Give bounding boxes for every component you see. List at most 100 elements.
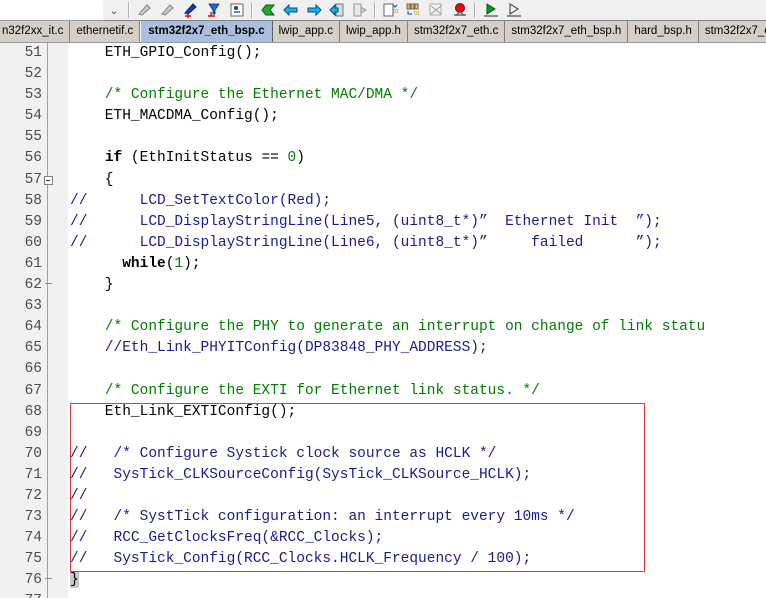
breakpoint-list-icon[interactable] <box>225 0 248 20</box>
fold-end-marker <box>42 570 54 591</box>
line-number: 72 <box>24 487 42 504</box>
tab-ethernetif-c[interactable]: ethernetif.c <box>70 21 141 42</box>
breakpoint-remove-icon[interactable] <box>202 0 225 20</box>
code-line[interactable]: 65 //Eth_Link_PHYITConfig(DP83848_PHY_AD… <box>0 338 766 359</box>
code-text: // SysTick_Config(RCC_Clocks.HCLK_Freque… <box>70 549 531 570</box>
code-line[interactable]: 74 // RCC_GetClocksFreq(&RCC_Clocks); <box>0 528 766 549</box>
line-number: 67 <box>24 382 42 399</box>
code-text: } <box>70 275 114 296</box>
tab-stm32f2x7-eth-h[interactable]: stm32f2x7_eth.h <box>698 21 766 42</box>
code-line[interactable]: 70 // /* Configure Systick clock source a… <box>0 444 766 465</box>
line-number: 76 <box>24 572 42 589</box>
stop-debug-icon[interactable] <box>448 0 471 20</box>
code-token: // SysTick_CLKSourceConfig(SysTick_CLKSo… <box>70 466 532 483</box>
code-text: { <box>70 170 114 191</box>
code-token: // <box>70 487 88 504</box>
tab-stm32f2x7-eth-bsp-h[interactable]: stm32f2x7_eth_bsp.h <box>505 21 629 42</box>
fold-collapse-icon[interactable] <box>42 170 54 191</box>
code-text: // LCD_DisplayStringLine(Line5, (uint8_t… <box>70 212 662 233</box>
step-back-icon[interactable] <box>279 0 302 20</box>
code-token: while <box>122 255 166 272</box>
code-line[interactable]: 59 // LCD_DisplayStringLine(Line5, (uint8… <box>0 212 766 233</box>
line-number: 63 <box>24 298 42 315</box>
line-number: 58 <box>24 192 42 209</box>
bookmark-toggle-icon[interactable] <box>133 0 156 20</box>
code-text: // /* SystTick configuration: an interru… <box>70 507 575 528</box>
breakpoint-add-icon[interactable] <box>179 0 202 20</box>
step-forward-icon[interactable] <box>302 0 325 20</box>
code-editor[interactable]: 51 ETH_GPIO_Config(); 52 53 /* Configure t… <box>0 43 766 598</box>
code-token: if <box>104 150 123 167</box>
line-number: 66 <box>24 361 42 378</box>
code-token: // LCD_DisplayStringLine(Line5, (uint8_t… <box>70 213 662 230</box>
line-number: 74 <box>24 530 42 547</box>
watch-hex-icon[interactable]: 01 <box>402 0 425 20</box>
line-number: 68 <box>24 403 42 420</box>
code-line[interactable]: 55 <box>0 127 766 148</box>
code-text: // <box>70 486 87 507</box>
code-text: /* Configure the Ethernet MAC/DMA */ <box>70 85 418 106</box>
tab-lwip-app-h[interactable]: lwip_app.h <box>339 21 408 42</box>
code-token: (EthInitStatus == <box>122 150 288 167</box>
doc-hex-icon[interactable]: 01 <box>379 0 402 20</box>
code-line[interactable]: 57 { <box>0 170 766 191</box>
code-line[interactable]: 75 // SysTick_Config(RCC_Clocks.HCLK_Freq… <box>0 549 766 570</box>
code-line[interactable]: 53 /* Configure the Ethernet MAC/DMA */ <box>0 85 766 106</box>
line-number: 62 <box>24 277 42 294</box>
code-lines[interactable]: 51 ETH_GPIO_Config(); 52 53 /* Configure t… <box>0 43 766 598</box>
toolbar-separator <box>474 2 476 18</box>
line-number: 65 <box>24 340 42 357</box>
code-line[interactable]: 77 <box>0 591 766 598</box>
code-line[interactable]: 63 <box>0 296 766 317</box>
code-line[interactable]: 73 // /* SystTick configuration: an inter… <box>0 507 766 528</box>
code-line[interactable]: 72 // <box>0 486 766 507</box>
code-text: // /* Configure Systick clock source as … <box>70 444 496 465</box>
code-token: // /* SystTick configuration: an interru… <box>70 509 575 526</box>
chevron-down-icon[interactable]: ⌄ <box>103 0 125 20</box>
code-token: ETH_GPIO_Config(); <box>70 45 262 61</box>
code-line[interactable]: 51 ETH_GPIO_Config(); <box>0 43 766 64</box>
code-line[interactable]: 62 } <box>0 275 766 296</box>
code-line[interactable]: 76} <box>0 570 766 591</box>
toolbar-separator <box>251 2 253 18</box>
line-number: 54 <box>24 108 42 125</box>
code-line[interactable]: 64 /* Configure the PHY to generate an i… <box>0 317 766 338</box>
code-line[interactable]: 67 /* Configure the EXTI for Ethernet li… <box>0 381 766 402</box>
code-text: /* Configure the PHY to generate an inte… <box>70 317 705 338</box>
code-line[interactable]: 56 if (EthInitStatus == 0) <box>0 148 766 169</box>
code-line[interactable]: 60 // LCD_DisplayStringLine(Line6, (uint8… <box>0 233 766 254</box>
tab-stm32f2x7-eth-bsp-c[interactable]: stm32f2x7_eth_bsp.c <box>140 21 273 42</box>
tab-stm32f2x7-eth-c[interactable]: stm32f2x7_eth.c <box>407 21 506 42</box>
toolbar-tail <box>525 0 766 20</box>
run-icon[interactable] <box>479 0 502 20</box>
step-out-icon[interactable] <box>348 0 371 20</box>
line-number: 71 <box>24 466 42 483</box>
tab-hard-bsp-h[interactable]: hard_bsp.h <box>628 21 699 42</box>
code-text: // SysTick_CLKSourceConfig(SysTick_CLKSo… <box>70 465 531 486</box>
code-line[interactable]: 54 ETH_MACDMA_Config(); <box>0 106 766 127</box>
code-line[interactable]: 58 // LCD_SetTextColor(Red); <box>0 191 766 212</box>
code-text: ETH_MACDMA_Config(); <box>70 106 279 127</box>
code-line[interactable]: 71 // SysTick_CLKSourceConfig(SysTick_CLK… <box>0 465 766 486</box>
bookmark-clear-icon[interactable] <box>156 0 179 20</box>
step-green-icon[interactable] <box>256 0 279 20</box>
code-line[interactable]: 68 Eth_Link_EXTIConfig(); <box>0 402 766 423</box>
line-number: 51 <box>24 45 42 61</box>
svg-text:01: 01 <box>414 11 420 17</box>
step-into-icon[interactable] <box>325 0 348 20</box>
code-line[interactable]: 52 <box>0 64 766 85</box>
disassembly-icon[interactable] <box>425 0 448 20</box>
run-to-cursor-icon[interactable] <box>502 0 525 20</box>
code-line[interactable]: 61 while(1); <box>0 254 766 275</box>
code-text: } <box>70 570 79 591</box>
tab-n32f2xx-it-c[interactable]: n32f2xx_it.c <box>0 21 71 42</box>
code-line[interactable]: 66 <box>0 359 766 380</box>
code-line[interactable]: 69 <box>0 423 766 444</box>
code-text: // LCD_SetTextColor(Red); <box>70 191 331 212</box>
code-token: } <box>70 277 114 294</box>
code-token: /* Configure the Ethernet MAC/DMA */ <box>70 87 419 104</box>
tab-lwip-app-c[interactable]: lwip_app.c <box>272 21 340 42</box>
code-text: while(1); <box>70 254 200 275</box>
